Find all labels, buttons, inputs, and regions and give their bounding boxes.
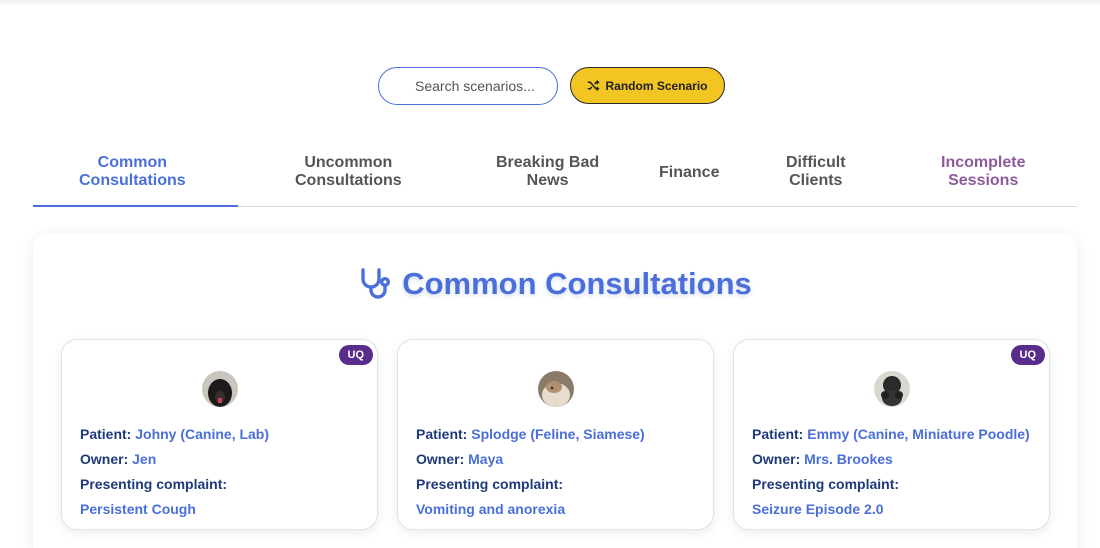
tab-label-line1: Finance <box>659 164 720 181</box>
patient-avatar <box>874 371 910 407</box>
patient-value: Johny (Canine, Lab) <box>135 426 270 442</box>
random-scenario-label: Random Scenario <box>605 78 708 93</box>
owner-value: Maya <box>468 451 504 467</box>
top-bar <box>0 0 1100 6</box>
tab-label-line1: Incomplete <box>941 154 1026 171</box>
complaint-value: Vomiting and anorexia <box>416 501 566 517</box>
tab-label-line1: Common <box>97 154 167 171</box>
complaint-value: Persistent Cough <box>80 501 196 517</box>
search-wrapper <box>378 67 558 105</box>
category-tabs: Common Consultations Uncommon Consultati… <box>33 146 1077 207</box>
complaint-label: Presenting complaint: <box>416 476 564 492</box>
search-row: Random Scenario <box>0 67 1100 105</box>
random-scenario-button[interactable]: Random Scenario <box>570 67 725 104</box>
section-title: Common Consultations <box>402 266 752 301</box>
tab-incomplete-sessions[interactable]: Incomplete Sessions <box>941 154 1025 190</box>
patient-label: Patient: <box>416 426 468 442</box>
owner-label: Owner: <box>80 451 129 467</box>
complaint-label: Presenting complaint: <box>752 476 900 492</box>
patient-label: Patient: <box>80 426 132 442</box>
tab-label-line2: Consultations <box>79 172 186 189</box>
tab-uncommon-consultations[interactable]: Uncommon Consultations <box>295 154 402 190</box>
tab-label-line2: Consultations <box>295 172 402 189</box>
tab-label-line1: Uncommon <box>304 154 393 171</box>
owner-value: Mrs. Brookes <box>804 451 893 467</box>
tab-label-line2: News <box>526 172 569 189</box>
owner-label: Owner: <box>752 451 801 467</box>
active-tab-indicator <box>33 205 238 207</box>
search-input[interactable] <box>378 67 558 105</box>
tab-finance[interactable]: Finance <box>659 164 719 182</box>
stethoscope-icon <box>361 268 391 299</box>
scenario-card[interactable]: Patient: Splodge (Feline, Siamese) Owner… <box>397 339 714 530</box>
uq-badge: UQ <box>1010 345 1045 365</box>
section-heading: Common Consultations <box>0 266 1100 302</box>
tab-label-line2: Clients <box>789 172 843 189</box>
patient-value: Emmy (Canine, Miniature Poodle) <box>807 426 1030 442</box>
tab-breaking-bad-news[interactable]: Breaking Bad News <box>496 154 599 190</box>
uq-badge: UQ <box>338 345 373 365</box>
owner-label: Owner: <box>416 451 465 467</box>
patient-avatar <box>202 371 238 407</box>
tab-common-consultations[interactable]: Common Consultations <box>79 154 186 190</box>
card-details: Patient: Johny (Canine, Lab) Owner: Jen … <box>80 422 269 522</box>
tab-label-line1: Breaking Bad <box>496 154 600 171</box>
owner-value: Jen <box>132 451 157 467</box>
shuffle-icon <box>588 80 600 91</box>
card-details: Patient: Emmy (Canine, Miniature Poodle)… <box>752 422 1030 522</box>
tab-difficult-clients[interactable]: Difficult Clients <box>786 154 846 190</box>
scenario-card[interactable]: UQ Patient: Emmy (Canine, Miniature Pood… <box>733 339 1050 530</box>
patient-value: Splodge (Feline, Siamese) <box>471 426 645 442</box>
tab-label-line1: Difficult <box>786 154 846 171</box>
complaint-label: Presenting complaint: <box>80 476 228 492</box>
tab-label-line2: Sessions <box>948 172 1019 189</box>
complaint-value: Seizure Episode 2.0 <box>752 501 884 517</box>
patient-label: Patient: <box>752 426 804 442</box>
scenario-card[interactable]: UQ Patient: Johny (Canine, Lab) Owner: J… <box>61 339 378 530</box>
patient-avatar <box>538 371 574 407</box>
card-details: Patient: Splodge (Feline, Siamese) Owner… <box>416 422 645 522</box>
